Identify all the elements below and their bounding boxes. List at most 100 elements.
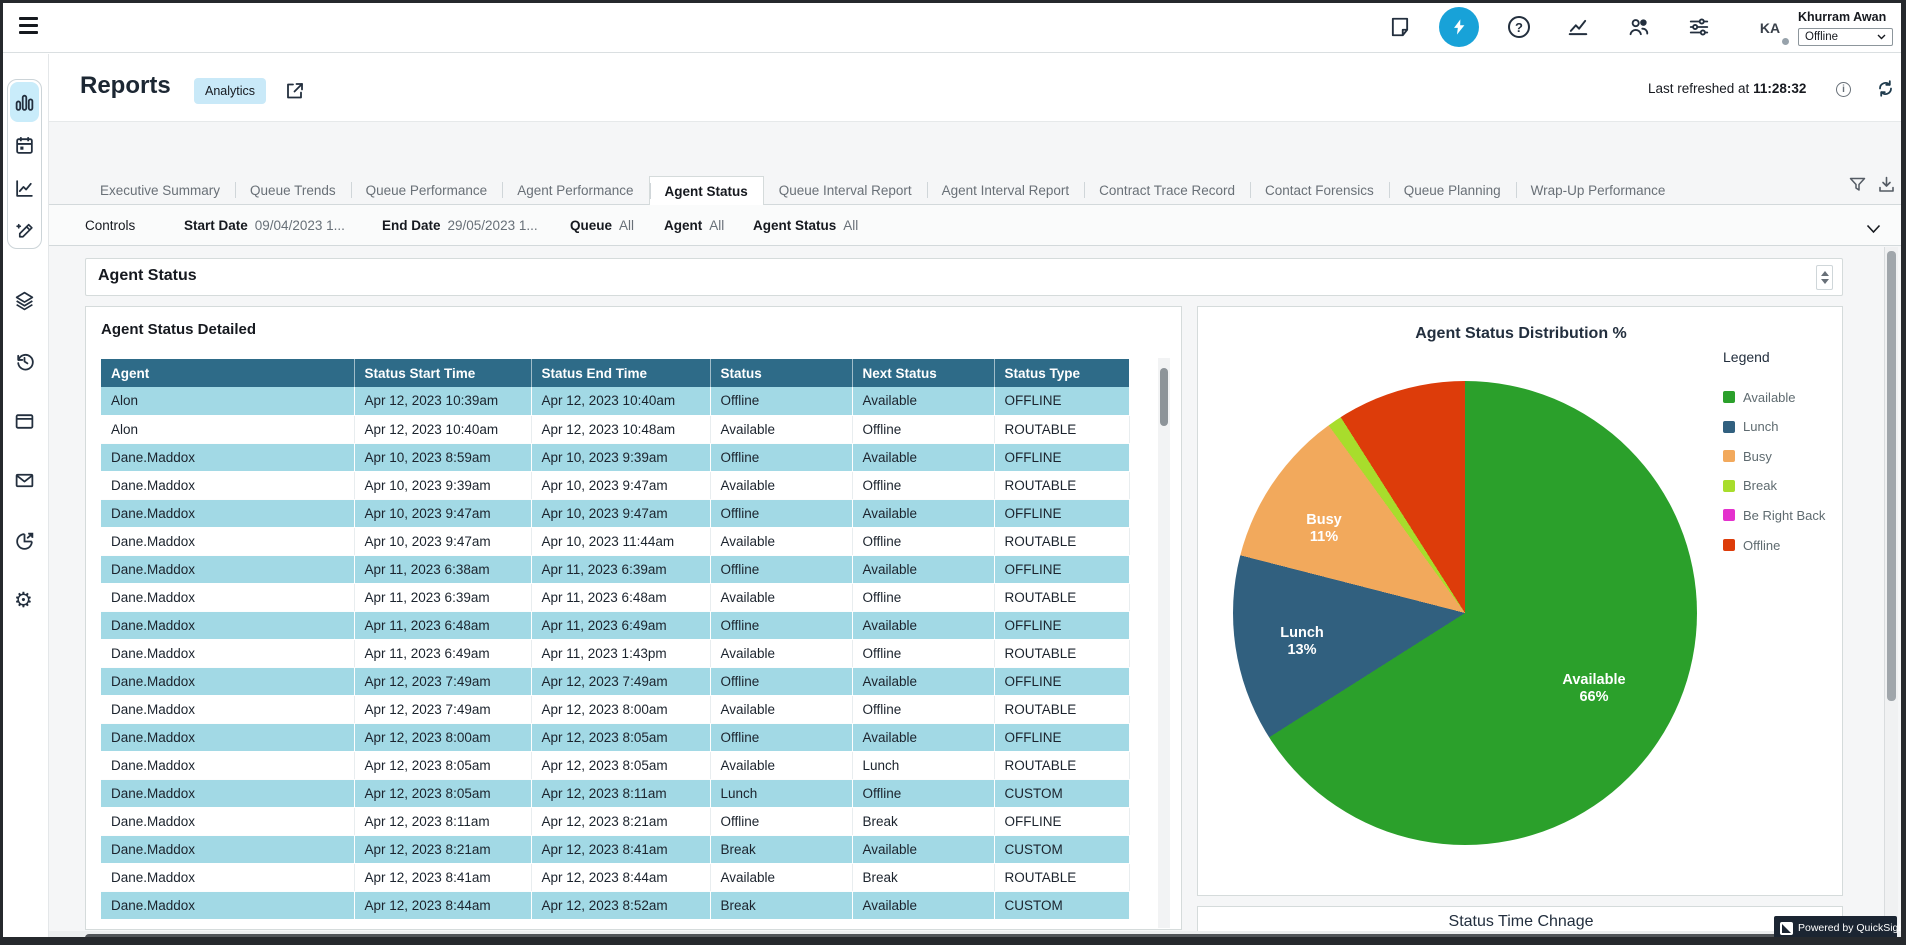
- table-cell: Apr 10, 2023 9:47am: [354, 527, 531, 555]
- table-row[interactable]: Dane.MaddoxApr 12, 2023 7:49amApr 12, 20…: [101, 695, 1129, 723]
- legend-item-be-right-back[interactable]: Be Right Back: [1723, 508, 1825, 522]
- table-cell: Apr 12, 2023 10:48am: [531, 415, 710, 443]
- tab-agent-status[interactable]: Agent Status: [649, 176, 764, 205]
- legend-item-lunch[interactable]: Lunch: [1723, 420, 1778, 434]
- legend-swatch: [1723, 480, 1735, 492]
- pie-chart[interactable]: Busy 11% Lunch 13% Available 66%: [1233, 381, 1697, 845]
- help-icon[interactable]: ?: [1508, 16, 1530, 38]
- control-agent-status[interactable]: Agent StatusAll: [753, 218, 858, 233]
- open-external-icon[interactable]: [285, 81, 305, 101]
- spinner-up-icon[interactable]: [1821, 271, 1829, 276]
- table-cell: Apr 11, 2023 6:49am: [531, 611, 710, 639]
- tab-queue-planning[interactable]: Queue Planning: [1389, 176, 1516, 205]
- control-start-date[interactable]: Start Date09/04/2023 1...: [184, 218, 345, 233]
- table-cell: OFFLINE: [994, 499, 1129, 527]
- table-row[interactable]: Dane.MaddoxApr 10, 2023 9:47amApr 10, 20…: [101, 527, 1129, 555]
- control-agent[interactable]: AgentAll: [664, 218, 724, 233]
- column-header-status-end-time[interactable]: Status End Time: [531, 359, 710, 387]
- sidebar-item-mail[interactable]: [14, 470, 35, 491]
- page-horizontal-scrollbar-thumb[interactable]: [85, 934, 1795, 942]
- avatar[interactable]: KA: [1751, 9, 1789, 47]
- control-end-date[interactable]: End Date29/05/2023 1...: [382, 218, 538, 233]
- tab-queue-performance[interactable]: Queue Performance: [351, 176, 503, 205]
- sidebar-item-design-brush[interactable]: [14, 221, 35, 242]
- agent-status-select[interactable]: Offline: [1798, 28, 1893, 46]
- sidebar-item-browser[interactable]: [14, 411, 35, 432]
- table-row[interactable]: AlonApr 12, 2023 10:39amApr 12, 2023 10:…: [101, 387, 1129, 415]
- info-icon[interactable]: i: [1836, 82, 1851, 97]
- controls-expand-chevron-icon[interactable]: [1866, 221, 1881, 231]
- table-scrollbar-thumb[interactable]: [1160, 368, 1168, 426]
- tab-contract-trace-record[interactable]: Contract Trace Record: [1084, 176, 1250, 205]
- tab-wrap-up-performance[interactable]: Wrap-Up Performance: [1516, 176, 1681, 205]
- table-cell: Apr 12, 2023 8:00am: [531, 695, 710, 723]
- table-row[interactable]: Dane.MaddoxApr 12, 2023 8:05amApr 12, 20…: [101, 751, 1129, 779]
- column-header-status-start-time[interactable]: Status Start Time: [354, 359, 531, 387]
- filter-funnel-icon[interactable]: [1848, 175, 1867, 194]
- sheet-spinner-control[interactable]: [1816, 265, 1833, 290]
- table-row[interactable]: Dane.MaddoxApr 12, 2023 8:00amApr 12, 20…: [101, 723, 1129, 751]
- agent-status-select-value: Offline: [1805, 31, 1838, 43]
- sidebar-item-settings-gear-icon[interactable]: ⚙: [14, 590, 35, 611]
- tab-queue-trends[interactable]: Queue Trends: [235, 176, 351, 205]
- table-panel-title: Agent Status Detailed: [101, 321, 256, 338]
- download-icon[interactable]: [1877, 175, 1896, 194]
- table-row[interactable]: Dane.MaddoxApr 10, 2023 8:59amApr 10, 20…: [101, 443, 1129, 471]
- table-scrollbar-track[interactable]: [1158, 358, 1170, 928]
- users-icon[interactable]: [1628, 16, 1650, 38]
- column-header-next-status[interactable]: Next Status: [852, 359, 994, 387]
- tab-queue-interval-report[interactable]: Queue Interval Report: [764, 176, 927, 205]
- table-cell: ROUTABLE: [994, 751, 1129, 779]
- table-row[interactable]: Dane.MaddoxApr 12, 2023 7:49amApr 12, 20…: [101, 667, 1129, 695]
- table-row[interactable]: Dane.MaddoxApr 12, 2023 8:05amApr 12, 20…: [101, 779, 1129, 807]
- control-queue[interactable]: QueueAll: [570, 218, 634, 233]
- table-row[interactable]: AlonApr 12, 2023 10:40amApr 12, 2023 10:…: [101, 415, 1129, 443]
- table-row[interactable]: Dane.MaddoxApr 11, 2023 6:39amApr 11, 20…: [101, 583, 1129, 611]
- table-row[interactable]: Dane.MaddoxApr 11, 2023 6:49amApr 11, 20…: [101, 639, 1129, 667]
- tab-contact-forensics[interactable]: Contact Forensics: [1250, 176, 1389, 205]
- table-body: AlonApr 12, 2023 10:39amApr 12, 2023 10:…: [101, 387, 1129, 919]
- table-cell: Available: [710, 415, 852, 443]
- sticky-note-icon[interactable]: [1389, 16, 1411, 38]
- legend-item-busy[interactable]: Busy: [1723, 449, 1772, 463]
- legend-item-break[interactable]: Break: [1723, 479, 1777, 493]
- table-row[interactable]: Dane.MaddoxApr 10, 2023 9:47amApr 10, 20…: [101, 499, 1129, 527]
- table-cell: OFFLINE: [994, 555, 1129, 583]
- sidebar-item-pie-chart[interactable]: [14, 531, 35, 552]
- table-cell: Apr 10, 2023 9:39am: [531, 443, 710, 471]
- spinner-down-icon[interactable]: [1821, 279, 1829, 284]
- preferences-sliders-icon[interactable]: [1688, 16, 1710, 38]
- column-header-status[interactable]: Status: [710, 359, 852, 387]
- tab-agent-performance[interactable]: Agent Performance: [502, 176, 648, 205]
- table-row[interactable]: Dane.MaddoxApr 11, 2023 6:38amApr 11, 20…: [101, 555, 1129, 583]
- metrics-icon[interactable]: [1567, 16, 1589, 38]
- sidebar-item-realtime-chart[interactable]: [14, 178, 35, 199]
- flash-icon[interactable]: [1439, 7, 1479, 47]
- sidebar-item-metrics[interactable]: [14, 92, 35, 113]
- table-cell: Apr 12, 2023 7:49am: [354, 695, 531, 723]
- page-vertical-scrollbar-thumb[interactable]: [1887, 251, 1896, 701]
- hamburger-menu-icon[interactable]: [19, 17, 38, 34]
- table-row[interactable]: Dane.MaddoxApr 11, 2023 6:48amApr 11, 20…: [101, 611, 1129, 639]
- column-header-agent[interactable]: Agent: [101, 359, 354, 387]
- analytics-badge[interactable]: Analytics: [194, 78, 266, 104]
- table-row[interactable]: Dane.MaddoxApr 10, 2023 9:39amApr 10, 20…: [101, 471, 1129, 499]
- table-cell: Dane.Maddox: [101, 639, 354, 667]
- table-row[interactable]: Dane.MaddoxApr 12, 2023 8:44amApr 12, 20…: [101, 891, 1129, 919]
- refresh-icon[interactable]: [1875, 78, 1896, 99]
- tab-agent-interval-report[interactable]: Agent Interval Report: [927, 176, 1085, 205]
- sidebar-item-layers[interactable]: [14, 290, 35, 311]
- table-row[interactable]: Dane.MaddoxApr 12, 2023 8:21amApr 12, 20…: [101, 835, 1129, 863]
- table-row[interactable]: Dane.MaddoxApr 12, 2023 8:11amApr 12, 20…: [101, 807, 1129, 835]
- table-cell: Break: [710, 891, 852, 919]
- column-header-status-type[interactable]: Status Type: [994, 359, 1129, 387]
- legend-item-available[interactable]: Available: [1723, 390, 1796, 404]
- sidebar-item-calendar[interactable]: [14, 135, 35, 156]
- sidebar-item-history[interactable]: [14, 351, 35, 372]
- table-cell: ROUTABLE: [994, 471, 1129, 499]
- legend-item-offline[interactable]: Offline: [1723, 538, 1780, 552]
- tab-executive-summary[interactable]: Executive Summary: [85, 176, 235, 205]
- table-cell: Available: [852, 499, 994, 527]
- table-cell: Available: [710, 695, 852, 723]
- table-row[interactable]: Dane.MaddoxApr 12, 2023 8:41amApr 12, 20…: [101, 863, 1129, 891]
